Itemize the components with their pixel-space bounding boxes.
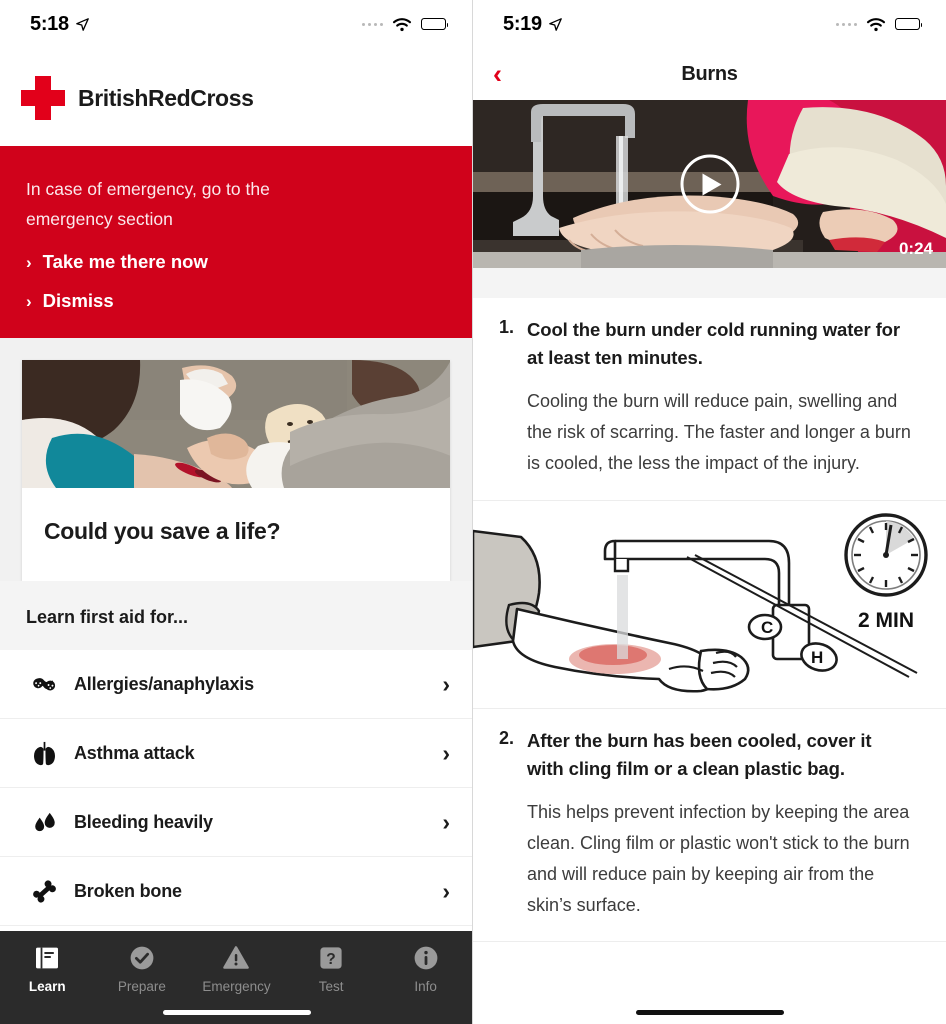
promo-card-image bbox=[22, 360, 450, 489]
battery-icon bbox=[895, 18, 923, 30]
tab-prepare[interactable]: Prepare bbox=[95, 943, 190, 994]
step-title: Cool the burn under cold running water f… bbox=[527, 319, 900, 369]
step-number: 1. bbox=[499, 317, 515, 337]
left-screen-home: 5:18 BritishRedCross In case of emergenc bbox=[0, 0, 473, 1024]
status-bar-left: 5:19 bbox=[503, 13, 562, 36]
tab-learn[interactable]: Learn bbox=[0, 943, 95, 994]
bottom-tab-bar: Learn Prepare Emergency ? Test Info bbox=[0, 931, 472, 1024]
status-bar: 5:18 bbox=[0, 0, 472, 48]
dual-screenshot-container: 5:18 BritishRedCross In case of emergenc bbox=[0, 0, 946, 1024]
hot-tap-label: H bbox=[811, 648, 823, 667]
check-circle-icon bbox=[129, 943, 155, 973]
chevron-right-icon: › bbox=[442, 808, 450, 835]
step-body: This helps prevent infection by keeping … bbox=[527, 801, 910, 916]
learn-section-heading-label: Learn first aid for... bbox=[26, 607, 189, 628]
blood-drops-icon bbox=[26, 809, 62, 836]
chevron-right-icon: › bbox=[26, 252, 32, 272]
cold-tap-label: C bbox=[761, 618, 773, 637]
chevron-right-icon: › bbox=[442, 670, 450, 697]
tab-label: Info bbox=[414, 979, 437, 994]
red-cross-logo-icon bbox=[21, 76, 65, 120]
take-me-there-now-label: Take me there now bbox=[42, 251, 208, 273]
promo-card-wrapper: Could you save a life? bbox=[0, 338, 472, 582]
info-circle-icon bbox=[413, 943, 439, 973]
tab-label: Learn bbox=[28, 979, 66, 994]
tab-label: Prepare bbox=[117, 979, 166, 994]
book-icon bbox=[34, 943, 60, 973]
promo-card-title: Could you save a life? bbox=[44, 518, 281, 545]
svg-text:?: ? bbox=[326, 951, 335, 968]
tab-test[interactable]: ? Test bbox=[284, 943, 379, 994]
topic-row-asthma[interactable]: Asthma attack › bbox=[0, 719, 472, 789]
promo-card[interactable]: Could you save a life? bbox=[22, 360, 450, 582]
topic-list: Allergies/anaphylaxis › Asthma attack › bbox=[0, 650, 472, 927]
home-indicator bbox=[635, 1010, 784, 1015]
step-illustration: C H 2 MIN bbox=[473, 500, 946, 709]
battery-icon bbox=[421, 18, 449, 30]
step-title-row: 1. Cool the burn under cold running wate… bbox=[499, 316, 912, 372]
right-screen-burns-detail: 5:19 ‹ Burns 0:24 1. Cool the burn under… bbox=[473, 0, 946, 1024]
status-bar: 5:19 bbox=[473, 0, 946, 48]
arm-under-tap-illustration: C H 2 MIN bbox=[473, 500, 946, 708]
navigation-bar: ‹ Burns bbox=[473, 48, 946, 100]
topic-row-broken-bone[interactable]: Broken bone › bbox=[0, 857, 472, 927]
learn-section-heading: Learn first aid for... bbox=[0, 581, 472, 651]
step-body: Cooling the burn will reduce pain, swell… bbox=[527, 391, 911, 474]
step-item-2: 2. After the burn has been cooled, cover… bbox=[473, 708, 946, 943]
back-button[interactable]: ‹ bbox=[493, 60, 502, 88]
chevron-right-icon: › bbox=[442, 877, 450, 904]
take-me-there-now-link[interactable]: › Take me there now bbox=[26, 251, 448, 273]
page-title: Burns bbox=[681, 62, 738, 85]
step-title: After the burn has been cooled, cover it… bbox=[527, 729, 872, 779]
tab-label: Test bbox=[318, 979, 344, 994]
step-title-row: 2. After the burn has been cooled, cover… bbox=[499, 727, 912, 783]
location-arrow-icon bbox=[76, 17, 89, 31]
video-player[interactable]: 0:24 bbox=[473, 100, 946, 268]
topic-row-allergies[interactable]: Allergies/anaphylaxis › bbox=[0, 650, 472, 720]
status-bar-right bbox=[836, 17, 923, 32]
content-spacer bbox=[473, 268, 946, 298]
status-time: 5:18 bbox=[30, 12, 69, 35]
warning-triangle-icon bbox=[223, 943, 250, 973]
tab-emergency[interactable]: Emergency bbox=[189, 943, 284, 994]
wifi-icon bbox=[866, 17, 886, 31]
peanut-icon bbox=[26, 671, 62, 698]
chevron-right-icon: › bbox=[442, 739, 450, 766]
brand-header: BritishRedCross bbox=[0, 48, 472, 146]
emergency-banner: In case of emergency, go to the emergenc… bbox=[0, 146, 472, 339]
tab-label: Emergency bbox=[202, 979, 271, 994]
status-bar-left: 5:18 bbox=[30, 13, 89, 36]
step-number: 2. bbox=[499, 727, 515, 748]
status-time: 5:19 bbox=[503, 12, 542, 35]
clock-label: 2 MIN bbox=[858, 609, 914, 632]
emergency-banner-message: In case of emergency, go to the emergenc… bbox=[26, 179, 270, 230]
status-bar-right bbox=[362, 17, 449, 32]
dismiss-label: Dismiss bbox=[42, 290, 114, 312]
tab-info[interactable]: Info bbox=[378, 943, 472, 994]
wifi-icon bbox=[392, 17, 412, 31]
topic-label: Bleeding heavily bbox=[74, 811, 213, 832]
topic-label: Broken bone bbox=[74, 880, 182, 901]
cellular-dots-icon bbox=[836, 22, 857, 26]
lungs-icon bbox=[26, 740, 62, 767]
brand-name: BritishRedCross bbox=[78, 84, 254, 111]
step-item-1: 1. Cool the burn under cold running wate… bbox=[473, 298, 946, 501]
cpr-training-photo bbox=[22, 360, 450, 489]
video-duration: 0:24 bbox=[898, 239, 933, 258]
location-arrow-icon bbox=[549, 17, 562, 31]
chevron-right-icon: › bbox=[26, 291, 32, 311]
topic-label: Asthma attack bbox=[74, 742, 195, 763]
cellular-dots-icon bbox=[362, 22, 383, 26]
home-indicator bbox=[162, 1010, 311, 1015]
topic-row-bleeding[interactable]: Bleeding heavily › bbox=[0, 788, 472, 858]
topic-label: Allergies/anaphylaxis bbox=[74, 673, 254, 694]
play-button-icon[interactable] bbox=[680, 154, 739, 214]
dismiss-link[interactable]: › Dismiss bbox=[26, 290, 448, 312]
question-mark-icon: ? bbox=[318, 943, 344, 973]
bone-icon bbox=[26, 878, 62, 905]
